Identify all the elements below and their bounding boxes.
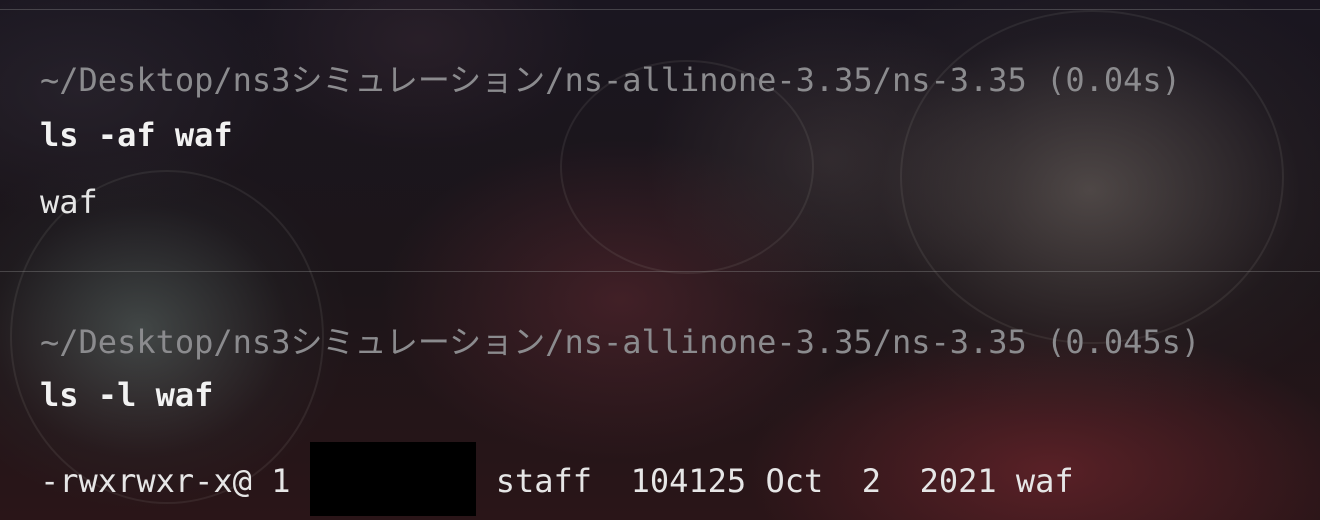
file-month: Oct: [765, 462, 824, 500]
prompt-path: ~/Desktop/ns3シミュレーション/ns-allinone-3.35/n…: [40, 323, 1201, 361]
redacted-owner: [309, 442, 476, 516]
file-permissions: -rwxrwxr-x@: [40, 462, 252, 500]
link-count: 1: [271, 462, 291, 500]
command-output: -rwxrwxr-x@ 1 staff 104125 Oct 2 2021 wa…: [40, 442, 1074, 520]
command-text: ls -l waf: [40, 376, 214, 414]
file-size: 104125: [630, 462, 747, 500]
file-year: 2021: [919, 462, 997, 500]
file-day: 2: [861, 462, 882, 500]
command-output: waf: [40, 183, 98, 221]
block-divider: [0, 9, 1320, 10]
prompt-path: ~/Desktop/ns3シミュレーション/ns-allinone-3.35/n…: [40, 61, 1181, 99]
block-divider: [0, 271, 1320, 272]
command-text: ls -af waf: [40, 116, 233, 154]
file-name: waf: [1015, 462, 1074, 500]
file-group: staff: [495, 462, 593, 500]
